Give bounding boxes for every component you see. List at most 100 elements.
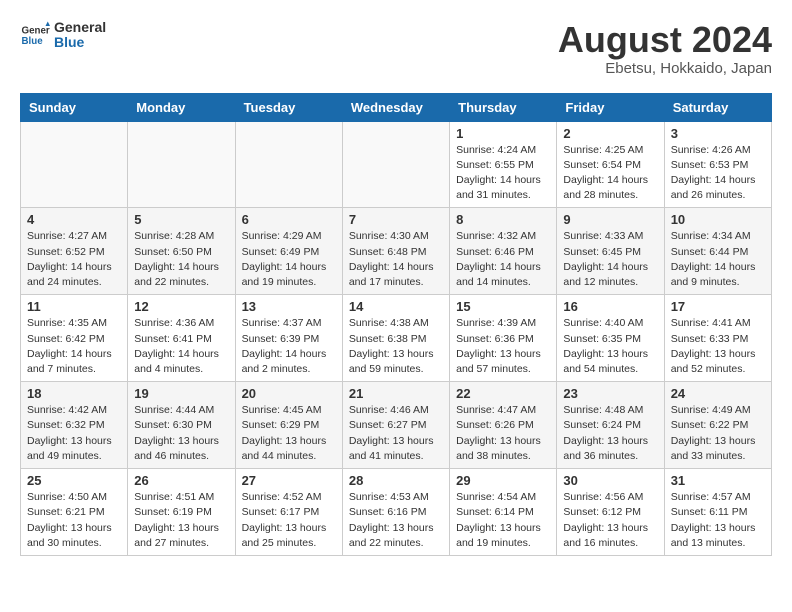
day-number: 31 [671,473,765,488]
cell-content: 19Sunrise: 4:44 AM Sunset: 6:30 PM Dayli… [134,386,228,464]
cell-content: 25 Sunrise: 4:50 AM Sunset: 6:21 PM Dayli… [27,473,121,551]
day-info: Sunrise: 4:46 AM Sunset: 6:27 PM Dayligh… [349,403,443,464]
day-info: Sunrise: 4:53 AM Sunset: 6:16 PM Dayligh… [349,490,443,551]
calendar-cell: 8Sunrise: 4:32 AM Sunset: 6:46 PM Daylig… [450,208,557,295]
day-number: 17 [671,299,765,314]
day-number: 16 [563,299,657,314]
svg-text:General: General [22,26,51,37]
calendar-cell: 27Sunrise: 4:52 AM Sunset: 6:17 PM Dayli… [235,469,342,556]
logo: General Blue General Blue [20,20,106,51]
day-number: 15 [456,299,550,314]
cell-content: 12Sunrise: 4:36 AM Sunset: 6:41 PM Dayli… [134,299,228,377]
day-number: 21 [349,386,443,401]
weekday-header-thursday: Thursday [450,93,557,121]
week-row-4: 18 Sunrise: 4:42 AM Sunset: 6:32 PM Dayli… [21,382,772,469]
calendar-cell: 29Sunrise: 4:54 AM Sunset: 6:14 PM Dayli… [450,469,557,556]
calendar-cell [342,121,449,208]
week-row-1: 1Sunrise: 4:24 AM Sunset: 6:55 PM Daylig… [21,121,772,208]
day-number: 28 [349,473,443,488]
day-info: Sunrise: 4:39 AM Sunset: 6:36 PM Dayligh… [456,316,550,377]
page-header: General Blue General Blue August 2024 Eb… [20,20,772,77]
logo-blue-text: Blue [54,35,106,50]
cell-content: 14Sunrise: 4:38 AM Sunset: 6:38 PM Dayli… [349,299,443,377]
cell-content: 11 Sunrise: 4:35 AM Sunset: 6:42 PM Dayli… [27,299,121,377]
calendar-cell: 13Sunrise: 4:37 AM Sunset: 6:39 PM Dayli… [235,295,342,382]
cell-content: 26Sunrise: 4:51 AM Sunset: 6:19 PM Dayli… [134,473,228,551]
day-info: Sunrise: 4:33 AM Sunset: 6:45 PM Dayligh… [563,229,657,290]
calendar-cell: 21 Sunrise: 4:46 AM Sunset: 6:27 PM Dayli… [342,382,449,469]
location-subtitle: Ebetsu, Hokkaido, Japan [558,60,772,77]
week-row-3: 11 Sunrise: 4:35 AM Sunset: 6:42 PM Dayli… [21,295,772,382]
day-info: Sunrise: 4:35 AM Sunset: 6:42 PM Dayligh… [27,316,121,377]
day-number: 9 [563,212,657,227]
calendar-cell: 23Sunrise: 4:48 AM Sunset: 6:24 PM Dayli… [557,382,664,469]
day-number: 13 [242,299,336,314]
cell-content: 18 Sunrise: 4:42 AM Sunset: 6:32 PM Dayli… [27,386,121,464]
weekday-header-wednesday: Wednesday [342,93,449,121]
month-year-title: August 2024 [558,20,772,60]
weekday-header-monday: Monday [128,93,235,121]
cell-content: 28 Sunrise: 4:53 AM Sunset: 6:16 PM Dayli… [349,473,443,551]
calendar-cell: 16Sunrise: 4:40 AM Sunset: 6:35 PM Dayli… [557,295,664,382]
day-number: 6 [242,212,336,227]
week-row-5: 25 Sunrise: 4:50 AM Sunset: 6:21 PM Dayli… [21,469,772,556]
day-number: 5 [134,212,228,227]
cell-content: 22Sunrise: 4:47 AM Sunset: 6:26 PM Dayli… [456,386,550,464]
day-info: Sunrise: 4:50 AM Sunset: 6:21 PM Dayligh… [27,490,121,551]
day-number: 11 [27,299,121,314]
title-block: August 2024 Ebetsu, Hokkaido, Japan [558,20,772,77]
day-info: Sunrise: 4:49 AM Sunset: 6:22 PM Dayligh… [671,403,765,464]
cell-content: 29Sunrise: 4:54 AM Sunset: 6:14 PM Dayli… [456,473,550,551]
day-info: Sunrise: 4:42 AM Sunset: 6:32 PM Dayligh… [27,403,121,464]
week-row-2: 4 Sunrise: 4:27 AM Sunset: 6:52 PM Daylig… [21,208,772,295]
day-info: Sunrise: 4:45 AM Sunset: 6:29 PM Dayligh… [242,403,336,464]
day-number: 29 [456,473,550,488]
day-info: Sunrise: 4:24 AM Sunset: 6:55 PM Dayligh… [456,143,550,204]
day-number: 8 [456,212,550,227]
day-number: 3 [671,126,765,141]
logo-icon: General Blue [20,20,50,50]
calendar-cell: 10Sunrise: 4:34 AM Sunset: 6:44 PM Dayli… [664,208,771,295]
day-info: Sunrise: 4:51 AM Sunset: 6:19 PM Dayligh… [134,490,228,551]
logo-text: General Blue [54,20,106,51]
cell-content [349,126,443,201]
day-number: 30 [563,473,657,488]
calendar-cell: 5 Sunrise: 4:28 AM Sunset: 6:50 PM Daylig… [128,208,235,295]
calendar-cell: 2Sunrise: 4:25 AM Sunset: 6:54 PM Daylig… [557,121,664,208]
day-info: Sunrise: 4:29 AM Sunset: 6:49 PM Dayligh… [242,229,336,290]
weekday-header-tuesday: Tuesday [235,93,342,121]
calendar-cell: 4 Sunrise: 4:27 AM Sunset: 6:52 PM Daylig… [21,208,128,295]
day-info: Sunrise: 4:27 AM Sunset: 6:52 PM Dayligh… [27,229,121,290]
calendar-cell: 11 Sunrise: 4:35 AM Sunset: 6:42 PM Dayli… [21,295,128,382]
day-info: Sunrise: 4:34 AM Sunset: 6:44 PM Dayligh… [671,229,765,290]
cell-content: 1Sunrise: 4:24 AM Sunset: 6:55 PM Daylig… [456,126,550,204]
day-info: Sunrise: 4:28 AM Sunset: 6:50 PM Dayligh… [134,229,228,290]
day-number: 25 [27,473,121,488]
cell-content [242,126,336,201]
day-number: 4 [27,212,121,227]
svg-text:Blue: Blue [22,36,44,47]
weekday-header-row: SundayMondayTuesdayWednesdayThursdayFrid… [21,93,772,121]
day-number: 2 [563,126,657,141]
cell-content: 24Sunrise: 4:49 AM Sunset: 6:22 PM Dayli… [671,386,765,464]
day-info: Sunrise: 4:57 AM Sunset: 6:11 PM Dayligh… [671,490,765,551]
cell-content: 5 Sunrise: 4:28 AM Sunset: 6:50 PM Daylig… [134,212,228,290]
cell-content: 16Sunrise: 4:40 AM Sunset: 6:35 PM Dayli… [563,299,657,377]
calendar-cell: 14Sunrise: 4:38 AM Sunset: 6:38 PM Dayli… [342,295,449,382]
calendar-cell: 25 Sunrise: 4:50 AM Sunset: 6:21 PM Dayli… [21,469,128,556]
cell-content: 10Sunrise: 4:34 AM Sunset: 6:44 PM Dayli… [671,212,765,290]
cell-content: 7Sunrise: 4:30 AM Sunset: 6:48 PM Daylig… [349,212,443,290]
day-info: Sunrise: 4:52 AM Sunset: 6:17 PM Dayligh… [242,490,336,551]
cell-content: 4 Sunrise: 4:27 AM Sunset: 6:52 PM Daylig… [27,212,121,290]
day-info: Sunrise: 4:26 AM Sunset: 6:53 PM Dayligh… [671,143,765,204]
cell-content: 17 Sunrise: 4:41 AM Sunset: 6:33 PM Dayli… [671,299,765,377]
cell-content: 6 Sunrise: 4:29 AM Sunset: 6:49 PM Daylig… [242,212,336,290]
calendar-cell: 15 Sunrise: 4:39 AM Sunset: 6:36 PM Dayli… [450,295,557,382]
day-info: Sunrise: 4:56 AM Sunset: 6:12 PM Dayligh… [563,490,657,551]
day-number: 18 [27,386,121,401]
day-info: Sunrise: 4:41 AM Sunset: 6:33 PM Dayligh… [671,316,765,377]
cell-content: 21 Sunrise: 4:46 AM Sunset: 6:27 PM Dayli… [349,386,443,464]
calendar-cell [128,121,235,208]
cell-content: 2Sunrise: 4:25 AM Sunset: 6:54 PM Daylig… [563,126,657,204]
cell-content: 15 Sunrise: 4:39 AM Sunset: 6:36 PM Dayli… [456,299,550,377]
